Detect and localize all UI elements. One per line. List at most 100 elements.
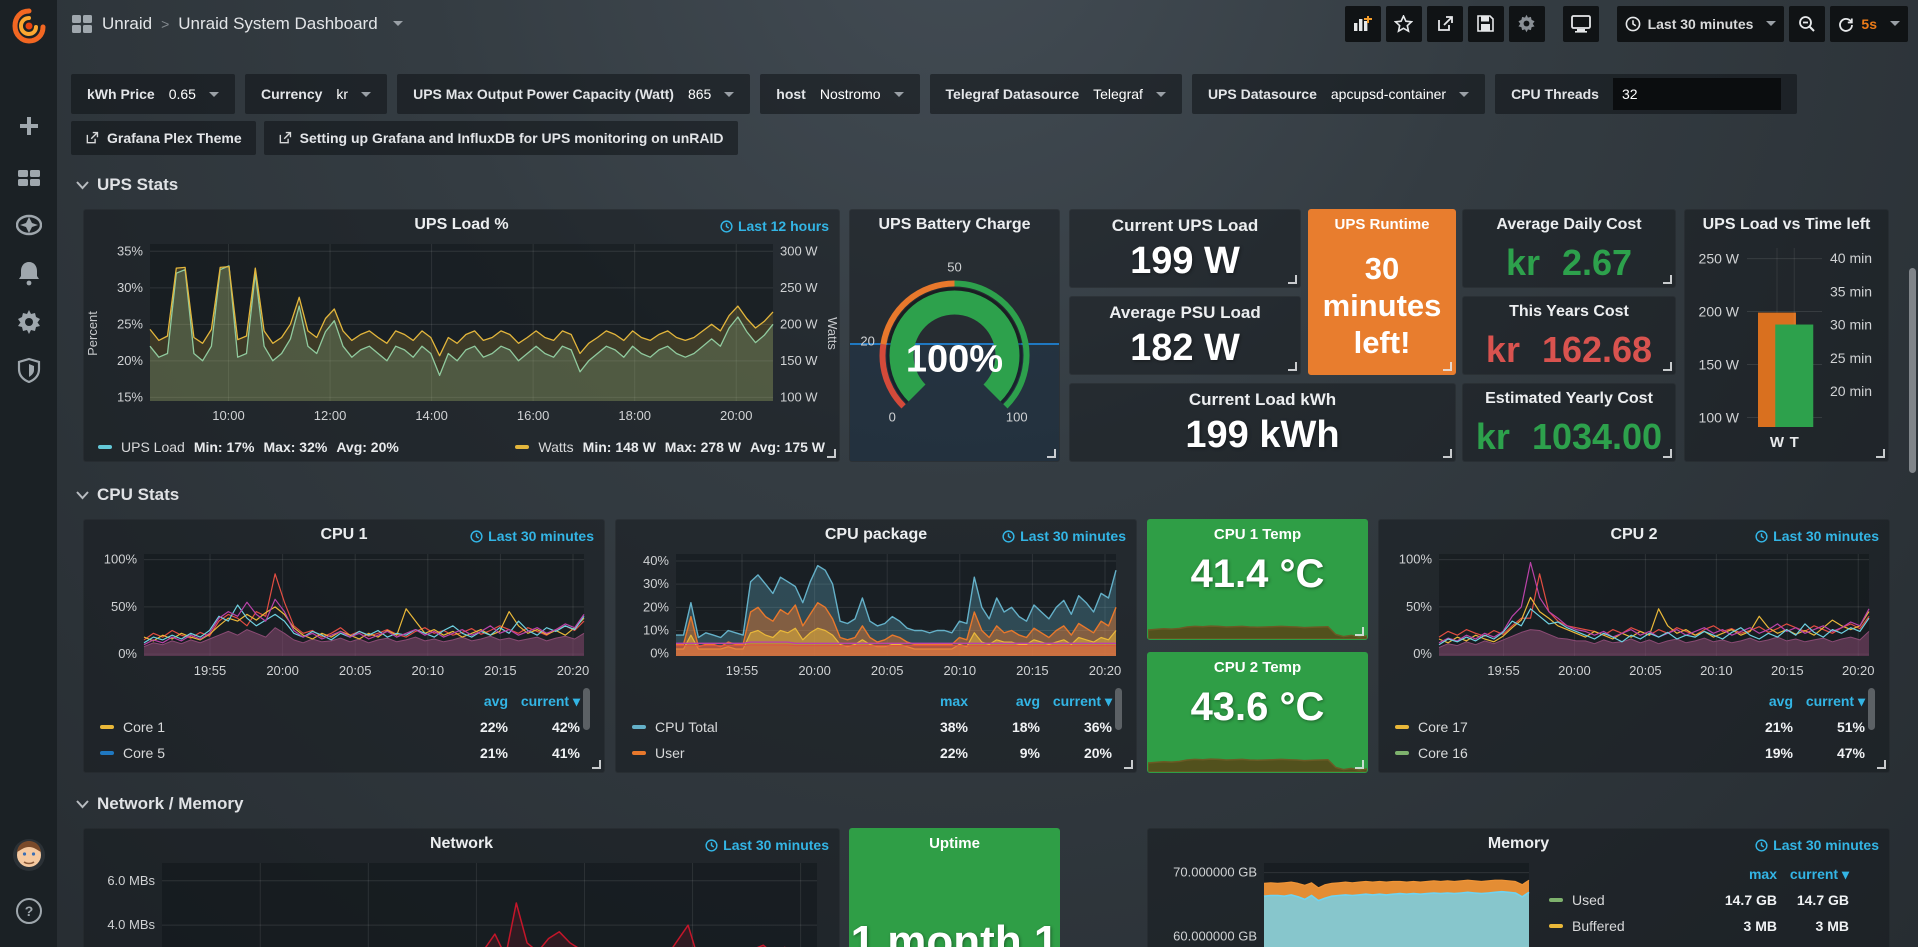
legend-scrollbar[interactable] [583, 688, 590, 730]
section-cpu-stats[interactable]: CPU Stats [76, 485, 179, 505]
dashboard-links: Grafana Plex Theme Setting up Grafana an… [71, 121, 738, 155]
legend-header-current[interactable]: current ▾ [1777, 866, 1849, 883]
legend-swatch[interactable] [632, 725, 646, 729]
ups-load-chart[interactable]: 10:0012:0014:0016:0018:0020:0015%20%25%3… [92, 236, 831, 427]
cpu-package-chart[interactable]: 19:5520:0020:0520:1020:1520:200%10%20%30… [624, 546, 1128, 682]
legend-series-name[interactable]: Core 16 [1395, 745, 1721, 761]
server-admin-icon[interactable] [0, 357, 57, 383]
variable-value-dropdown[interactable]: Telegraf [1093, 86, 1166, 102]
breadcrumb-dashboard-title[interactable]: Unraid System Dashboard [178, 14, 377, 34]
legend-swatch[interactable] [1549, 924, 1563, 928]
legend-swatch[interactable] [1395, 725, 1409, 729]
panel-title[interactable]: Average Daily Cost [1463, 216, 1675, 234]
legend-header-current[interactable]: current ▾ [1040, 693, 1112, 710]
share-button[interactable] [1427, 6, 1463, 42]
panel-title[interactable]: UPS Load vs Time left [1685, 216, 1888, 234]
legend-swatch[interactable] [632, 751, 646, 755]
legend-swatch[interactable] [100, 725, 114, 729]
panel-time-override[interactable]: Last 12 hours [720, 218, 829, 234]
legend-stat: Avg: 20% [336, 439, 399, 455]
legend-header-current[interactable]: current ▾ [1793, 693, 1865, 710]
settings-button[interactable] [1509, 6, 1545, 42]
panel-memory: Memory Last 30 minutes 50.000000 GB60.00… [1147, 828, 1890, 947]
section-ups-stats[interactable]: UPS Stats [76, 175, 178, 195]
panel-title[interactable]: Current Load kWh [1070, 390, 1455, 410]
cycle-view-mode-button[interactable] [1563, 6, 1599, 42]
panel-time-override[interactable]: Last 30 minutes [1755, 837, 1879, 853]
panel-time-override[interactable]: Last 30 minutes [1002, 528, 1126, 544]
explore-icon[interactable] [0, 212, 57, 238]
battery-gauge[interactable]: 02050100100% [850, 248, 1059, 451]
panel-title[interactable]: UPS Battery Charge [850, 216, 1059, 234]
panel-time-override[interactable]: Last 30 minutes [705, 837, 829, 853]
legend-scrollbar[interactable] [1868, 688, 1875, 730]
legend-series-name[interactable]: Used [1549, 892, 1705, 908]
panel-title[interactable]: Uptime [850, 835, 1059, 852]
legend-series-name[interactable]: Core 17 [1395, 719, 1721, 735]
legend-series-name[interactable]: CPU Total [632, 719, 896, 735]
legend-series-name[interactable]: Core 5 [100, 745, 436, 761]
legend-scrollbar[interactable] [1115, 688, 1122, 730]
time-range-picker[interactable]: Last 30 minutes [1617, 6, 1785, 42]
dashboards-icon[interactable] [0, 166, 57, 190]
legend-series-name[interactable]: Core 1 [100, 719, 436, 735]
legend-series-name[interactable]: Buffered [1549, 918, 1705, 934]
legend-header-avg[interactable]: avg [1721, 693, 1793, 709]
user-avatar[interactable] [0, 838, 57, 872]
legend-swatch[interactable] [98, 445, 112, 449]
svg-text:20:20: 20:20 [1842, 663, 1875, 678]
add-panel-button[interactable] [1345, 6, 1381, 42]
variable-value-dropdown[interactable]: 865 [688, 86, 734, 102]
star-button[interactable] [1386, 6, 1422, 42]
chevron-down-icon[interactable] [393, 21, 403, 26]
legend-series-name[interactable]: Watts [538, 439, 573, 455]
variable-value-dropdown[interactable]: Nostromo [820, 86, 904, 102]
panel-title[interactable]: CPU 2 Temp [1148, 659, 1367, 676]
page-scrollbar[interactable] [1909, 268, 1916, 473]
legend-header-avg[interactable]: avg [968, 693, 1040, 709]
save-button[interactable] [1468, 6, 1504, 42]
variable-value-dropdown[interactable]: 0.65 [169, 86, 219, 102]
panel-title[interactable]: This Years Cost [1463, 303, 1675, 321]
legend-swatch[interactable] [1395, 751, 1409, 755]
breadcrumb-folder[interactable]: Unraid [102, 14, 152, 34]
panel-title[interactable]: CPU 1 Temp [1148, 526, 1367, 543]
legend-series-name[interactable]: UPS Load [121, 439, 185, 455]
panel-title[interactable]: UPS Runtime [1309, 216, 1455, 233]
network-chart[interactable]: 2.0 MBs4.0 MBs6.0 MBs [92, 855, 831, 947]
temp-sparkline [1148, 742, 1367, 772]
link-ups-monitoring-guide[interactable]: Setting up Grafana and InfluxDB for UPS … [264, 121, 738, 155]
panel-title[interactable]: Average PSU Load [1070, 303, 1300, 323]
cpu1-chart[interactable]: 19:5520:0020:0520:1020:1520:200%50%100% [92, 546, 596, 682]
legend-swatch[interactable] [1549, 898, 1563, 902]
variable-value-dropdown[interactable]: apcupsd-container [1331, 86, 1469, 102]
cpu2-chart[interactable]: 19:5520:0020:0520:1020:1520:200%50%100% [1387, 546, 1881, 682]
panel-time-override[interactable]: Last 30 minutes [1755, 528, 1879, 544]
alerting-icon[interactable] [0, 260, 57, 286]
legend-series-name[interactable]: User [632, 745, 896, 761]
legend-header-max[interactable]: max [1705, 866, 1777, 882]
navbar-actions: Last 30 minutes 5s [1345, 6, 1908, 42]
panel-title[interactable]: Estimated Yearly Cost [1463, 390, 1675, 408]
legend-swatch[interactable] [100, 751, 114, 755]
section-network-memory[interactable]: Network / Memory [76, 794, 243, 814]
memory-chart[interactable]: 50.000000 GB60.000000 GB70.000000 GB [1156, 855, 1539, 947]
panel-time-override[interactable]: Last 30 minutes [470, 528, 594, 544]
legend-header-avg[interactable]: avg [436, 693, 508, 709]
link-grafana-plex-theme[interactable]: Grafana Plex Theme [71, 121, 256, 155]
apps-grid-icon[interactable] [71, 14, 93, 34]
ups-vs-time-chart[interactable]: 100 W150 W200 W250 W20 min25 min30 min35… [1689, 238, 1884, 455]
legend-value: 22% [896, 745, 968, 761]
refresh-picker[interactable]: 5s [1830, 6, 1908, 42]
legend-header-max[interactable]: max [896, 693, 968, 709]
cpu-threads-input[interactable] [1613, 78, 1781, 110]
legend-header-current[interactable]: current ▾ [508, 693, 580, 710]
grafana-logo[interactable] [0, 7, 57, 45]
add-icon[interactable] [0, 114, 57, 138]
help-icon[interactable]: ? [0, 897, 57, 925]
configuration-icon[interactable] [0, 309, 57, 335]
variable-value-dropdown[interactable]: kr [336, 86, 371, 102]
zoom-out-button[interactable] [1789, 6, 1825, 42]
legend-swatch[interactable] [515, 445, 529, 449]
panel-title[interactable]: Current UPS Load [1070, 216, 1300, 236]
